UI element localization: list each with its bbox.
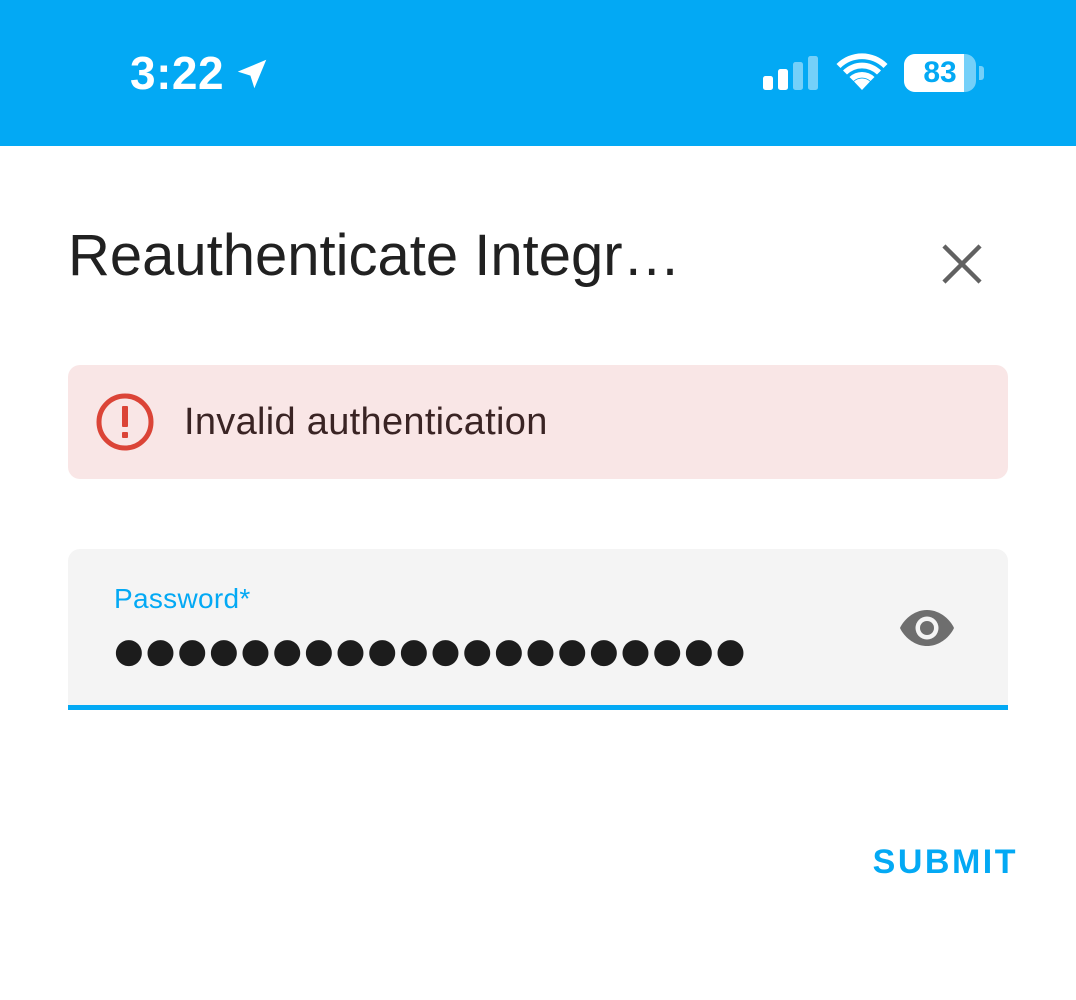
close-icon bbox=[942, 244, 982, 284]
cellular-signal-icon bbox=[763, 56, 818, 90]
signal-bar-4 bbox=[808, 56, 818, 90]
dialog-title: Reauthenticate Integr… bbox=[68, 223, 681, 288]
alert-message: Invalid authentication bbox=[184, 401, 548, 443]
toggle-password-visibility-button[interactable] bbox=[892, 599, 962, 657]
battery-tip bbox=[979, 66, 984, 80]
eye-icon bbox=[900, 610, 954, 646]
password-field[interactable]: Password* ●●●●●●●●●●●●●●●●●●●● bbox=[68, 549, 1008, 710]
signal-bar-3 bbox=[793, 62, 803, 90]
error-alert: Invalid authentication bbox=[68, 365, 1008, 479]
reauthenticate-dialog-screen: 3:22 83 Reauthenticate Integr… Invalid a… bbox=[0, 0, 1076, 1000]
battery-indicator: 83 bbox=[904, 54, 984, 92]
wifi-icon bbox=[836, 53, 888, 90]
signal-bar-2 bbox=[778, 69, 788, 90]
battery-body: 83 bbox=[904, 54, 976, 92]
error-icon bbox=[96, 393, 154, 451]
status-bar: 3:22 83 bbox=[0, 0, 1076, 146]
close-button[interactable] bbox=[924, 226, 1000, 302]
location-arrow-icon bbox=[237, 59, 267, 89]
battery-level-label: 83 bbox=[923, 56, 957, 89]
password-input[interactable]: ●●●●●●●●●●●●●●●●●●●● bbox=[114, 629, 814, 673]
submit-button[interactable]: SUBMIT bbox=[848, 832, 1018, 892]
status-time: 3:22 bbox=[130, 47, 225, 99]
password-field-label: Password* bbox=[114, 583, 251, 614]
signal-bar-1 bbox=[763, 76, 773, 90]
